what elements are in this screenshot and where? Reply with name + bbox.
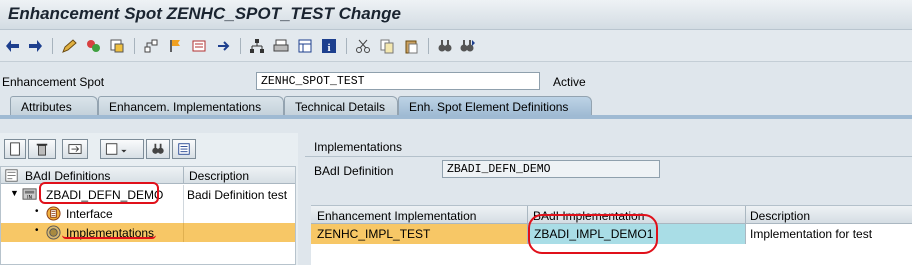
table-row[interactable]: ZENHC_IMPL_TEST ZBADI_IMPL_DEMO1 Impleme… bbox=[311, 224, 912, 244]
tree-bullet: • bbox=[35, 225, 39, 236]
edit-display-icon[interactable] bbox=[60, 37, 78, 55]
window-title: Enhancement Spot ZENHC_SPOT_TEST Change bbox=[8, 4, 401, 23]
tab-enhancement-implementations[interactable]: Enhancem. Implementations bbox=[98, 96, 284, 116]
tree-header-icon bbox=[5, 169, 18, 185]
column-badi-implementation[interactable]: BAdI Implementation bbox=[533, 209, 644, 223]
column-description[interactable]: Description bbox=[189, 169, 249, 183]
badi-definition-field: ZBADI_DEFN_DEMO bbox=[442, 160, 660, 178]
column-divider bbox=[183, 185, 184, 204]
column-divider bbox=[183, 223, 184, 242]
column-description[interactable]: Description bbox=[750, 209, 810, 223]
implementations-header: Implementations bbox=[305, 137, 912, 157]
interface-label: Interface bbox=[66, 207, 113, 221]
create-button[interactable] bbox=[4, 139, 26, 159]
column-enhancement-implementation[interactable]: Enhancement Implementation bbox=[317, 209, 476, 223]
toolbar-separator bbox=[52, 38, 53, 54]
badi-definitions-tree: BAdI Definitions Description ▼ IN ZBADI_… bbox=[0, 166, 296, 265]
tree-row-interface[interactable]: • Interface bbox=[1, 204, 295, 223]
details-dropdown-button[interactable] bbox=[100, 139, 144, 159]
column-divider bbox=[183, 204, 184, 223]
status-text: Active bbox=[553, 75, 586, 89]
find-next-icon[interactable] bbox=[458, 37, 476, 55]
interface-icon bbox=[46, 206, 61, 224]
forward-arrow-icon[interactable] bbox=[26, 37, 44, 55]
enhancement-implementation-value: ZENHC_IMPL_TEST bbox=[317, 227, 431, 241]
tree-bullet: • bbox=[35, 206, 39, 217]
column-divider[interactable] bbox=[745, 206, 746, 244]
copy-icon[interactable] bbox=[378, 37, 396, 55]
paste-icon[interactable] bbox=[402, 37, 420, 55]
tab-strip: Attributes Enhancem. Implementations Tec… bbox=[0, 96, 912, 116]
tab-enh-spot-element-definitions[interactable]: Enh. Spot Element Definitions bbox=[398, 96, 592, 116]
tab-underline bbox=[0, 115, 912, 119]
enhancement-spot-field[interactable]: ZENHC_SPOT_TEST bbox=[256, 72, 540, 90]
implementations-heading: Implementations bbox=[314, 140, 403, 154]
print-icon[interactable] bbox=[272, 37, 290, 55]
enhancement-spot-label: Enhancement Spot bbox=[2, 75, 105, 89]
svg-text:IN: IN bbox=[27, 194, 32, 200]
where-used-icon[interactable] bbox=[142, 37, 160, 55]
badi-definition-icon: IN bbox=[22, 187, 39, 205]
svg-text:i: i bbox=[327, 42, 330, 54]
enhancement-implementation-cell[interactable]: ZENHC_IMPL_TEST bbox=[311, 224, 527, 244]
badi-definition-label: ZBADI_DEFN_DEMO bbox=[46, 188, 164, 202]
application-toolbar: i bbox=[0, 30, 912, 62]
tab-attributes[interactable]: Attributes bbox=[10, 96, 98, 116]
implementations-icon bbox=[46, 225, 61, 243]
column-divider[interactable] bbox=[527, 206, 528, 244]
tree-row-implementations[interactable]: • Implementations bbox=[1, 223, 295, 242]
move-button[interactable] bbox=[62, 139, 88, 159]
badi-definition-description: Badi Definition test bbox=[187, 188, 288, 202]
navigation-window-icon[interactable] bbox=[214, 37, 232, 55]
layout-icon[interactable] bbox=[296, 37, 314, 55]
enhancement-spot-row: Enhancement Spot ZENHC_SPOT_TEST Active bbox=[0, 70, 912, 94]
table-header: Enhancement Implementation BAdI Implemen… bbox=[311, 206, 912, 224]
badi-implementation-value: ZBADI_IMPL_DEMO1 bbox=[534, 227, 654, 241]
info-icon[interactable]: i bbox=[320, 37, 338, 55]
column-badi-definitions[interactable]: BAdI Definitions bbox=[25, 169, 110, 183]
toolbar-separator bbox=[240, 38, 241, 54]
back-arrow-icon[interactable] bbox=[4, 37, 22, 55]
column-divider[interactable] bbox=[183, 167, 184, 184]
display-object-list-icon[interactable] bbox=[190, 37, 208, 55]
toolbar-separator bbox=[134, 38, 135, 54]
title-bar: Enhancement Spot ZENHC_SPOT_TEST Change bbox=[0, 0, 912, 30]
annotation-underline bbox=[62, 235, 156, 239]
badi-definition-label: BAdI Definition bbox=[314, 164, 394, 178]
description-cell[interactable]: Implementation for test bbox=[746, 224, 912, 244]
flag-icon[interactable] bbox=[166, 37, 184, 55]
toolbar-separator bbox=[428, 38, 429, 54]
expand-triangle-icon[interactable]: ▼ bbox=[10, 188, 19, 198]
tab-technical-details[interactable]: Technical Details bbox=[284, 96, 398, 116]
badi-implementation-cell[interactable]: ZBADI_IMPL_DEMO1 bbox=[528, 224, 745, 244]
documentation-button[interactable] bbox=[172, 139, 196, 159]
description-value: Implementation for test bbox=[750, 227, 873, 241]
tree-header: BAdI Definitions Description bbox=[1, 167, 295, 184]
activate-icon[interactable] bbox=[108, 37, 126, 55]
delete-button[interactable] bbox=[28, 139, 56, 159]
tree-row-badi-definition[interactable]: ▼ IN ZBADI_DEFN_DEMO Badi Definition tes… bbox=[1, 185, 295, 204]
implementations-table: Enhancement Implementation BAdI Implemen… bbox=[311, 205, 912, 265]
other-object-icon[interactable] bbox=[84, 37, 102, 55]
hierarchy-icon[interactable] bbox=[248, 37, 266, 55]
find-button[interactable] bbox=[146, 139, 170, 159]
toolbar-separator bbox=[346, 38, 347, 54]
cut-icon[interactable] bbox=[354, 37, 372, 55]
find-icon[interactable] bbox=[436, 37, 454, 55]
